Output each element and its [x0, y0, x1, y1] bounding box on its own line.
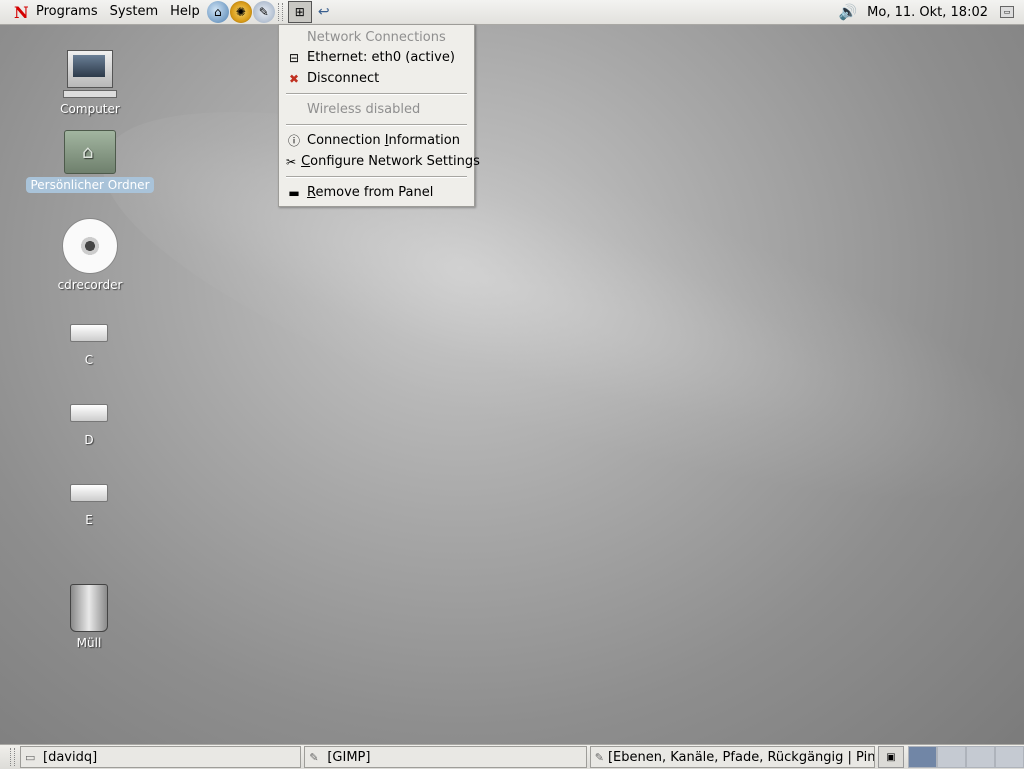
- desktop-icon-cdrecorder[interactable]: cdrecorder: [20, 218, 160, 293]
- drive-icon: [70, 484, 108, 502]
- desktop-icon-drive-d[interactable]: D: [19, 404, 159, 448]
- wallpaper-swoosh: [64, 31, 1024, 589]
- panel-right: 🔊 Mo, 11. Okt, 18:02 ▭: [838, 3, 1024, 21]
- computer-icon: [67, 50, 113, 88]
- desktop-icon-label: Müll: [76, 636, 102, 650]
- menu-separator: [286, 176, 467, 178]
- desktop-icon-home[interactable]: Persönlicher Ordner: [20, 130, 160, 193]
- home-folder-icon: [64, 130, 116, 174]
- gimp-icon: ✎: [594, 750, 604, 764]
- menu-item-ethernet[interactable]: ⊟ Ethernet: eth0 (active): [279, 47, 474, 68]
- workspace-switcher: [908, 746, 1024, 768]
- taskbar-label: [GIMP]: [327, 749, 371, 765]
- taskbar-button[interactable]: ✎ [Ebenen, Kanäle, Pfade, Rückgängig | P…: [589, 746, 876, 768]
- network-applet-icon[interactable]: ↩: [314, 2, 334, 22]
- volume-icon[interactable]: 🔊: [838, 3, 857, 21]
- folder-icon: ▭: [25, 750, 36, 764]
- keyboard-shape: [63, 90, 117, 98]
- gimp-icon: ✎: [309, 750, 319, 764]
- ethernet-label: Ethernet: eth0 (active): [307, 50, 455, 65]
- disconnect-icon: ✖: [288, 71, 300, 86]
- connection-info-label: Connection Information: [307, 133, 460, 148]
- desktop-icon-label: D: [84, 433, 94, 447]
- menu-item-configure[interactable]: ✂ Configure Network Settings: [279, 151, 480, 172]
- menu-header: Network Connections: [279, 27, 474, 48]
- notification-icon[interactable]: ▭: [1000, 6, 1014, 18]
- cd-icon: [62, 218, 118, 274]
- menu-help[interactable]: Help: [164, 0, 206, 24]
- menu-programs[interactable]: Programs: [30, 0, 104, 24]
- panel-drag-handle[interactable]: [277, 3, 283, 21]
- menu-item-wireless: Wireless disabled: [279, 99, 474, 120]
- novell-logo[interactable]: N: [14, 3, 30, 22]
- network-menu: Network Connections ⊟ Ethernet: eth0 (ac…: [278, 24, 480, 207]
- browser-launcher-icon[interactable]: ⌂: [206, 1, 229, 23]
- drive-icon: [70, 324, 108, 342]
- menu-item-disconnect[interactable]: ✖ Disconnect: [279, 68, 474, 89]
- menu-header-label: Network Connections: [307, 30, 446, 45]
- menu-separator: [286, 124, 467, 126]
- desktop-icon-drive-c[interactable]: C: [19, 324, 159, 368]
- info-icon: ⓘ: [287, 134, 300, 148]
- drive-icon: [70, 404, 108, 422]
- ethernet-icon: ⊟: [288, 50, 300, 65]
- menu-system[interactable]: System: [104, 0, 164, 24]
- menu-separator: [286, 93, 467, 95]
- top-panel: N Programs System Help ⌂ ✺ ✎ ⊞ ↩ 🔊 Mo, 1…: [0, 0, 1024, 25]
- menu-item-remove[interactable]: ▬ Remove from Panel: [279, 182, 474, 203]
- show-desktop-button[interactable]: ▣: [878, 746, 904, 768]
- desktop-icon-trash[interactable]: Müll: [19, 584, 159, 651]
- taskbar-label: [davidq]: [43, 749, 98, 765]
- menu-item-connection-info[interactable]: ⓘ Connection Information: [279, 130, 474, 151]
- workspace-4[interactable]: [995, 746, 1024, 768]
- workspace-1[interactable]: [908, 746, 937, 768]
- bottom-panel: ▭ [davidq] ✎ [GIMP] ✎ [Ebenen, Kanäle, P…: [0, 744, 1024, 769]
- taskbar-button[interactable]: ✎ [GIMP]: [304, 746, 587, 768]
- tools-icon: ✂: [286, 154, 297, 169]
- disconnect-label: Disconnect: [307, 71, 380, 86]
- desktop-icon-label: E: [85, 513, 93, 527]
- desktop-icon-computer[interactable]: Computer: [20, 50, 160, 117]
- desktop-icon-label: Computer: [60, 102, 120, 116]
- remove-icon: ▬: [288, 185, 300, 200]
- clock[interactable]: Mo, 11. Okt, 18:02: [867, 5, 988, 20]
- taskbar-button[interactable]: ▭ [davidq]: [20, 746, 302, 768]
- network-monitor-icon[interactable]: ⊞: [287, 1, 312, 23]
- desktop-icon-label: C: [84, 353, 94, 367]
- remove-label: Remove from Panel: [307, 185, 434, 200]
- desktop-icon-drive-e[interactable]: E: [19, 484, 159, 528]
- desktop-icon-label: Persönlicher Ordner: [26, 177, 154, 193]
- workspace-3[interactable]: [966, 746, 995, 768]
- help-launcher-icon[interactable]: ✺: [229, 1, 252, 23]
- workspace-2[interactable]: [937, 746, 966, 768]
- desktop-icon-label: cdrecorder: [57, 278, 123, 292]
- panel-drag-handle[interactable]: [10, 748, 15, 766]
- configure-label: Configure Network Settings: [301, 154, 480, 169]
- taskbar-label: [Ebenen, Kanäle, Pfade, Rückgängig | Pin…: [607, 749, 876, 765]
- trash-icon: [70, 584, 108, 632]
- editor-launcher-icon[interactable]: ✎: [252, 1, 275, 23]
- wireless-label: Wireless disabled: [307, 102, 421, 117]
